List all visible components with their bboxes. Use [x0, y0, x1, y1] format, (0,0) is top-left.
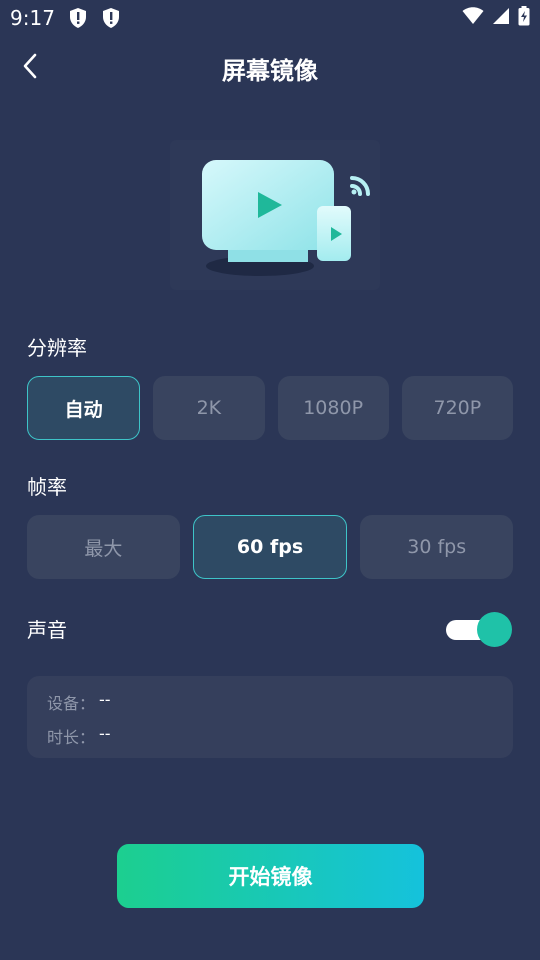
- device-info-panel: 设备： -- 时长： --: [27, 676, 513, 758]
- framerate-options: 最大 60 fps 30 fps: [27, 515, 514, 579]
- sound-label: 声音: [27, 618, 67, 642]
- duration-value: --: [99, 724, 111, 743]
- framerate-option-60fps[interactable]: 60 fps: [192, 515, 348, 579]
- resolution-option-2k[interactable]: 2K: [153, 376, 265, 440]
- duration-row: 时长： --: [47, 724, 111, 748]
- duration-label: 时长：: [47, 728, 96, 747]
- resolution-option-auto[interactable]: 自动: [27, 376, 141, 440]
- resolution-label: 分辨率: [27, 336, 87, 360]
- shield-alert-icon: [103, 8, 119, 28]
- device-row: 设备： --: [47, 690, 111, 714]
- wifi-icon: [462, 7, 484, 24]
- sound-toggle[interactable]: [446, 612, 512, 647]
- header: 屏幕镜像: [0, 36, 540, 96]
- resolution-options: 自动 2K 1080P 720P: [27, 376, 513, 440]
- framerate-option-30fps[interactable]: 30 fps: [360, 515, 514, 579]
- page-title: 屏幕镜像: [222, 57, 318, 85]
- screen-mirror-illustration: [170, 140, 380, 290]
- framerate-option-max[interactable]: 最大: [27, 515, 180, 579]
- framerate-label: 帧率: [27, 475, 67, 499]
- resolution-option-720p[interactable]: 720P: [401, 376, 513, 440]
- cellular-signal-icon: [493, 8, 509, 24]
- device-label: 设备：: [47, 694, 96, 713]
- device-value: --: [99, 690, 111, 709]
- shield-alert-icon: [70, 8, 86, 28]
- start-mirroring-button[interactable]: 开始镜像: [117, 844, 424, 908]
- resolution-option-1080p[interactable]: 1080P: [277, 376, 389, 440]
- battery-charging-icon: [518, 6, 530, 26]
- status-time: 9:17: [10, 6, 55, 30]
- status-bar: 9:17: [0, 0, 540, 36]
- toggle-knob: [477, 612, 512, 647]
